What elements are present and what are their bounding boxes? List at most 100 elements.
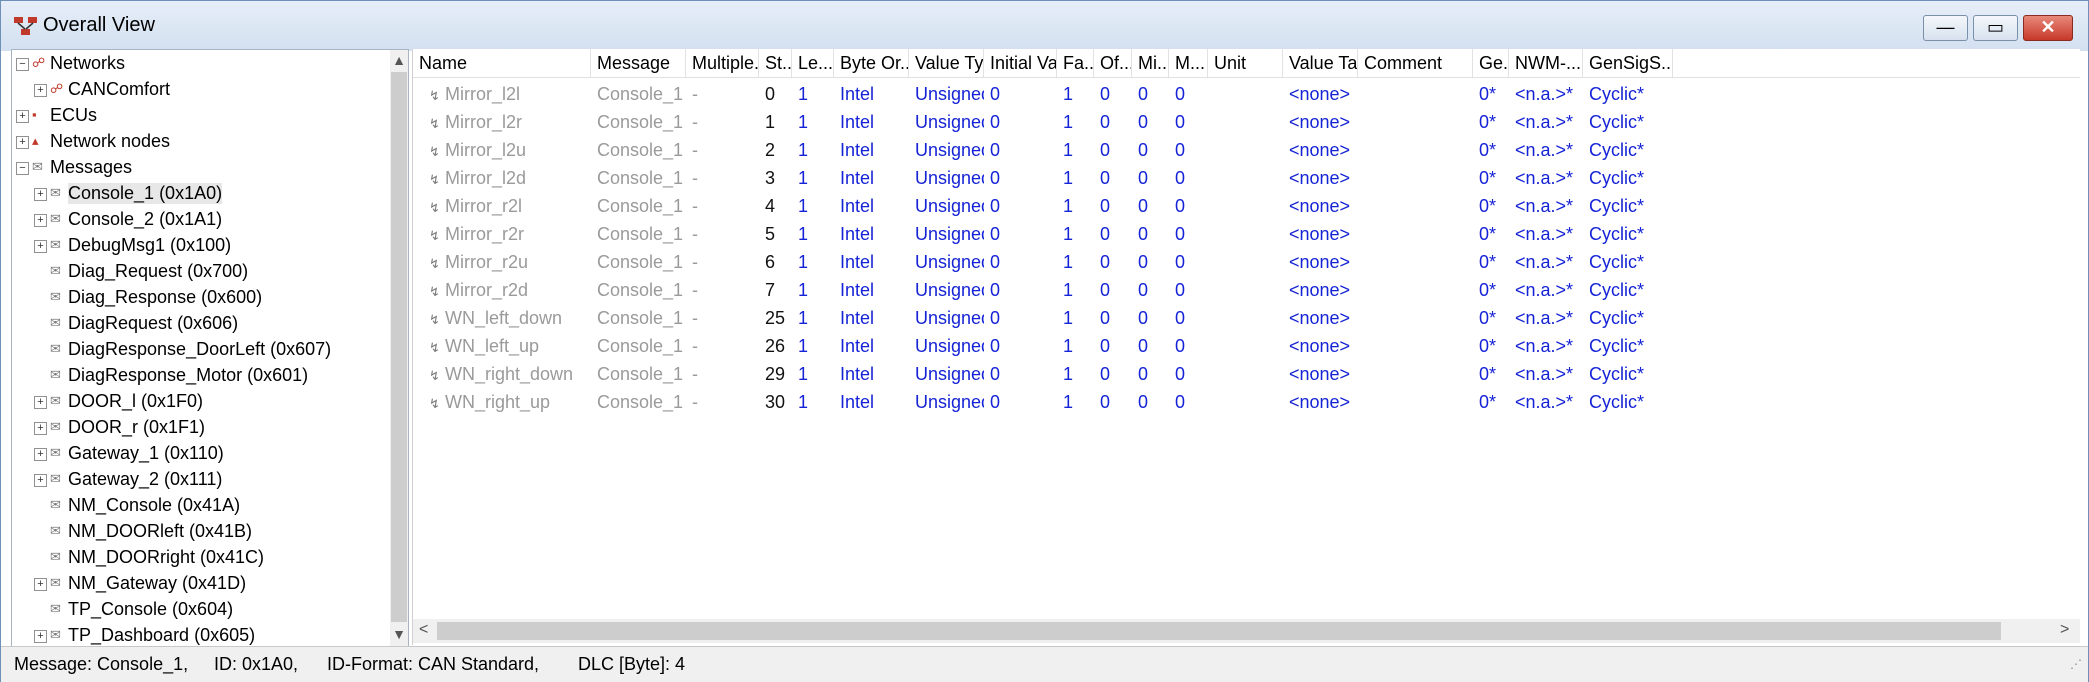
table-cell[interactable]: 1 [798,136,834,164]
table-cell[interactable]: Unsigned [915,136,984,164]
minimize-button[interactable]: — [1923,15,1968,41]
table-cell[interactable]: 1 [1063,192,1094,220]
column-header[interactable]: Value Ty... [909,49,984,77]
tree-item[interactable]: ✉ DiagRequest (0x606) [12,312,388,337]
tree-item[interactable]: + ✉ NM_Gateway (0x41D) [12,572,388,597]
table-cell[interactable] [1214,136,1283,164]
table-cell[interactable]: <none> [1289,136,1358,164]
table-cell[interactable]: 1 [1063,80,1094,108]
table-cell[interactable]: <none> [1289,248,1358,276]
table-cell[interactable]: Console_1 [597,360,686,388]
table-cell[interactable]: 0 [1138,388,1169,416]
column-header[interactable]: Comment [1358,49,1473,77]
table-cell[interactable]: Cyclic* [1589,80,1673,108]
table-cell[interactable]: <n.a.>* [1515,332,1583,360]
table-cell[interactable] [1364,276,1473,304]
table-cell[interactable]: - [692,360,759,388]
tree-item[interactable]: − ☍ Networks [12,52,388,77]
table-cell[interactable] [1214,304,1283,332]
column-header[interactable]: Le... [792,49,834,77]
table-cell[interactable]: <none> [1289,304,1358,332]
table-cell[interactable]: Unsigned [915,108,984,136]
table-cell[interactable]: Console_1 [597,248,686,276]
table-cell[interactable]: 0 [1138,304,1169,332]
table-cell[interactable]: <none> [1289,108,1358,136]
table-cell[interactable]: 0 [1175,80,1208,108]
tree-item[interactable]: + ✉ Console_2 (0x1A1) [12,208,388,233]
table-cell[interactable]: - [692,388,759,416]
table-cell[interactable]: Intel [840,276,909,304]
table-cell[interactable]: <n.a.>* [1515,164,1583,192]
table-cell[interactable]: Console_1 [597,136,686,164]
tree-item[interactable]: ✉ NM_DOORright (0x41C) [12,546,388,571]
table-cell[interactable]: 29 [765,360,792,388]
table-cell[interactable]: 0 [990,304,1057,332]
table-cell[interactable]: <none> [1289,332,1358,360]
table-cell[interactable]: 0 [990,388,1057,416]
table-cell[interactable]: Intel [840,164,909,192]
table-cell[interactable]: 0 [765,80,792,108]
table-cell[interactable]: Intel [840,388,909,416]
table-cell[interactable]: 0 [1100,80,1132,108]
table-cell[interactable] [1364,192,1473,220]
table-cell[interactable]: Intel [840,220,909,248]
table-cell[interactable]: 0 [990,108,1057,136]
table-cell[interactable]: Unsigned [915,276,984,304]
column-header[interactable]: Message [591,49,686,77]
table-cell[interactable]: 0* [1479,360,1509,388]
table-cell[interactable]: <n.a.>* [1515,304,1583,332]
table-cell[interactable]: <n.a.>* [1515,360,1583,388]
expand-icon[interactable]: + [34,214,47,227]
table-cell[interactable]: 0 [1175,332,1208,360]
expand-icon[interactable]: + [34,188,47,201]
table-cell[interactable]: 0 [1138,108,1169,136]
table-cell[interactable]: 0* [1479,164,1509,192]
table-cell[interactable]: 0 [1138,136,1169,164]
table-cell[interactable]: ↯ Mirror_l2l [429,80,591,108]
table-cell[interactable]: 2 [765,136,792,164]
column-header[interactable]: Initial Va... [984,49,1057,77]
table-cell[interactable]: ↯ Mirror_r2u [429,248,591,276]
table-cell[interactable]: 0 [1175,220,1208,248]
table-cell[interactable]: ↯ Mirror_r2l [429,192,591,220]
column-header[interactable]: Of... [1094,49,1132,77]
table-cell[interactable]: 0* [1479,220,1509,248]
scroll-left-icon[interactable]: < [419,621,428,639]
table-cell[interactable]: Console_1 [597,108,686,136]
table-cell[interactable]: 0* [1479,136,1509,164]
navigation-tree[interactable]: ▲ ▼ − ☍ Networks + ☍ CANComfort + ▪ ECUs + ▴ Networ… [11,49,409,647]
table-cell[interactable]: 0 [1138,332,1169,360]
table-cell[interactable] [1214,360,1283,388]
tree-item[interactable]: + ▪ ECUs [12,104,388,129]
table-cell[interactable]: <none> [1289,360,1358,388]
tree-item[interactable]: − ✉ Messages [12,156,388,181]
table-cell[interactable]: Intel [840,108,909,136]
table-cell[interactable] [1364,388,1473,416]
table-cell[interactable]: Cyclic* [1589,164,1673,192]
table-cell[interactable]: 1 [1063,248,1094,276]
table-cell[interactable]: 0 [1100,304,1132,332]
table-cell[interactable]: Unsigned [915,304,984,332]
table-cell[interactable]: Cyclic* [1589,192,1673,220]
table-cell[interactable]: 0 [1175,276,1208,304]
table-cell[interactable]: <none> [1289,164,1358,192]
table-cell[interactable]: 0 [1100,220,1132,248]
table-cell[interactable]: 1 [798,332,834,360]
expand-icon[interactable]: + [34,448,47,461]
collapse-icon[interactable]: − [16,162,29,175]
table-cell[interactable]: Cyclic* [1589,332,1673,360]
table-cell[interactable]: ↯ Mirror_r2r [429,220,591,248]
table-cell[interactable]: <none> [1289,220,1358,248]
table-cell[interactable] [1364,80,1473,108]
table-cell[interactable]: ↯ Mirror_l2r [429,108,591,136]
table-cell[interactable]: - [692,136,759,164]
table-cell[interactable]: 0 [990,80,1057,108]
table-cell[interactable]: 0 [990,360,1057,388]
table-cell[interactable]: 0 [1175,164,1208,192]
table-cell[interactable] [1364,248,1473,276]
tree-item[interactable]: + ✉ DOOR_r (0x1F1) [12,416,388,441]
table-cell[interactable]: Cyclic* [1589,388,1673,416]
table-cell[interactable]: 0 [1175,304,1208,332]
table-cell[interactable]: Cyclic* [1589,108,1673,136]
table-cell[interactable]: Intel [840,360,909,388]
